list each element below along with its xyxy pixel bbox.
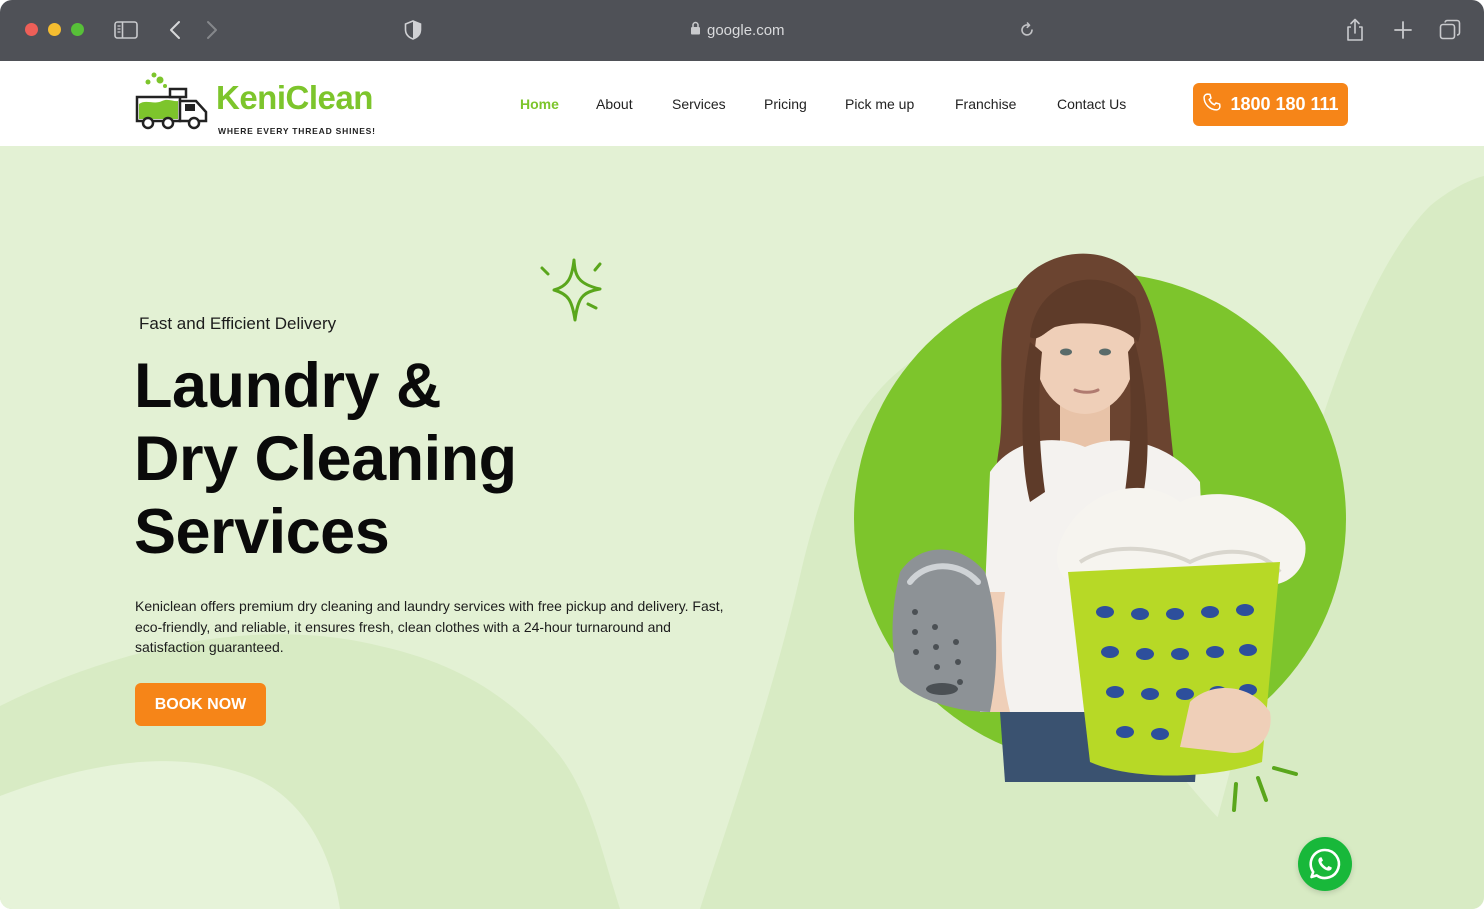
- phone-icon: [1202, 92, 1222, 117]
- share-icon[interactable]: [1341, 16, 1369, 44]
- nav-item-contact-us[interactable]: Contact Us: [1057, 96, 1126, 112]
- laundry-van-icon: [135, 72, 208, 130]
- sidebar-icon[interactable]: [112, 16, 140, 44]
- url-text: google.com: [707, 21, 785, 39]
- phone-button[interactable]: 1800 180 111: [1193, 83, 1348, 126]
- headline-line-1: Laundry &: [134, 351, 442, 421]
- nav-item-franchise[interactable]: Franchise: [955, 96, 1016, 112]
- decorative-dashes: [1232, 766, 1298, 812]
- whatsapp-button[interactable]: [1298, 837, 1352, 891]
- headline-line-2: Dry Cleaning: [134, 424, 517, 494]
- lock-icon: [690, 21, 701, 39]
- minimize-window-button[interactable]: [48, 23, 61, 36]
- tabs-icon[interactable]: [1436, 16, 1464, 44]
- browser-toolbar: google.com: [0, 0, 1484, 61]
- address-bar[interactable]: google.com: [690, 19, 785, 41]
- hero-description: Keniclean offers premium dry cleaning an…: [135, 598, 724, 655]
- nav-item-pick-me-up[interactable]: Pick me up: [845, 96, 914, 112]
- logo-name: KeniClean: [216, 79, 373, 116]
- book-now-button[interactable]: BOOK NOW: [135, 683, 266, 726]
- forward-icon[interactable]: [198, 16, 226, 44]
- logo-tagline: WHERE EVERY THREAD SHINES!: [218, 126, 376, 136]
- nav-item-pricing[interactable]: Pricing: [764, 96, 807, 112]
- hero-eyebrow: Fast and Efficient Delivery: [139, 314, 337, 333]
- site-header: KeniClean WHERE EVERY THREAD SHINES! Hom…: [0, 61, 1484, 146]
- close-window-button[interactable]: [25, 23, 38, 36]
- reload-icon[interactable]: [1013, 16, 1041, 44]
- headline-line-3: Services: [134, 497, 390, 567]
- nav-item-home[interactable]: Home: [520, 96, 559, 112]
- nav-item-about[interactable]: About: [596, 96, 633, 112]
- phone-number: 1800 180 111: [1230, 94, 1339, 114]
- shield-icon[interactable]: [399, 16, 427, 44]
- nav-item-services[interactable]: Services: [672, 96, 726, 112]
- back-icon[interactable]: [161, 16, 189, 44]
- logo[interactable]: KeniClean WHERE EVERY THREAD SHINES!: [134, 71, 394, 136]
- sparkle-icon: [540, 258, 602, 322]
- new-tab-icon[interactable]: [1389, 16, 1417, 44]
- whatsapp-icon: [1309, 848, 1341, 880]
- browser-window: google.com KeniClean WHERE EVERY THREAD …: [0, 0, 1484, 909]
- hero-headline: Laundry & Dry Cleaning Services: [134, 350, 694, 569]
- woman-with-laundry-basket-image: [892, 253, 1306, 782]
- hero-section: Fast and Efficient Delivery Laundry & Dr…: [0, 146, 1484, 909]
- zoom-window-button[interactable]: [71, 23, 84, 36]
